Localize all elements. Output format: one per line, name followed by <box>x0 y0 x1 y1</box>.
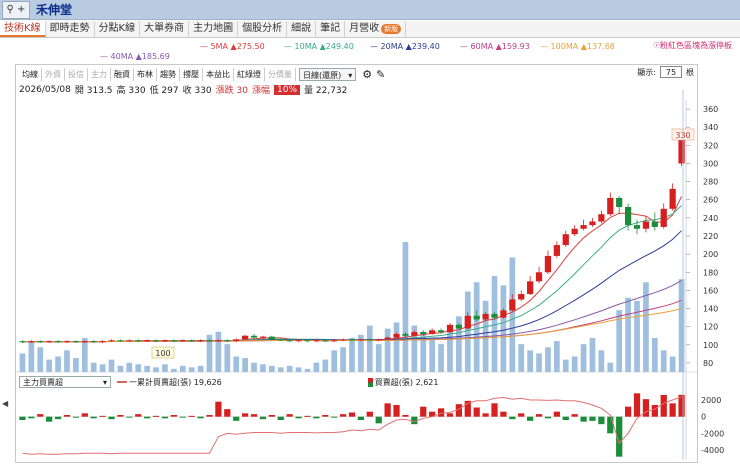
tab-2[interactable]: 分點K線 <box>95 21 141 37</box>
ma5-legend: — 5MA ▲275.50 <box>200 42 265 51</box>
price-tick-label: 220 <box>703 232 718 241</box>
toolbar-item-4[interactable]: 融資 <box>111 67 134 81</box>
settings-gear-icon[interactable]: ⚙ <box>362 68 372 81</box>
tab-5[interactable]: 個股分析 <box>238 21 288 37</box>
info-pct-badge: 10% <box>274 84 301 95</box>
tab-0[interactable]: 技術K線 <box>0 21 46 37</box>
ma40-legend: — 40MA ▲185.69 <box>100 52 170 61</box>
ma100-legend: — 100MA ▲137.68 <box>540 42 615 51</box>
ma60-legend: — 60MA ▲159.93 <box>460 42 530 51</box>
display-label: 顯示: <box>637 67 656 77</box>
tab-8[interactable]: 月營收 新版 <box>345 21 407 37</box>
info-pct-label: 漲幅 <box>251 86 270 96</box>
ma-legend-row-1: — 5MA ▲275.50 <box>200 42 265 51</box>
info-change: 漲跌 30 <box>215 86 248 96</box>
price-tick-label: 280 <box>703 178 718 187</box>
tab-3[interactable]: 大單券商 <box>140 21 190 37</box>
price-tick-label: 100 <box>703 341 718 350</box>
display-count: 顯示: 75 根 <box>637 66 694 78</box>
info-close: 收 330 <box>182 86 212 96</box>
price-tick-label: 160 <box>703 286 718 295</box>
limit-up-note: ☉粉紅色區塊為漲停板 <box>652 41 732 50</box>
tab-1[interactable]: 即時走勢 <box>46 21 95 37</box>
price-tick-label: 320 <box>703 141 718 150</box>
ohlc-info: 2026/05/08 開 313.5 高 330 低 297 收 330 漲跌 … <box>19 83 347 96</box>
price-tick-label: 180 <box>703 268 718 277</box>
ma20-legend: — 20MA ▲239.40 <box>370 42 440 51</box>
new-badge: 新版 <box>381 24 402 34</box>
period-select[interactable]: 日線(還原) <box>299 67 357 82</box>
sub-tick-label: 0 <box>701 413 706 422</box>
toolbar-item-0[interactable]: 均線 <box>19 67 42 81</box>
toolbar-item-1[interactable]: 外資 <box>42 67 65 81</box>
sub-tick-label: 2000 <box>701 396 721 405</box>
price-tick-label: 240 <box>703 214 718 223</box>
display-count-input[interactable]: 75 <box>660 66 682 78</box>
sub-tick-label: -4000 <box>701 446 724 455</box>
price-tick-label: 200 <box>703 250 718 259</box>
search-zoom-button[interactable]: ⚲ + <box>2 0 30 19</box>
tab-6[interactable]: 細說 <box>287 21 317 37</box>
toolbar-item-2[interactable]: 投信 <box>65 67 88 81</box>
chart-frame <box>15 64 698 463</box>
info-low: 低 297 <box>149 86 179 96</box>
tab-7[interactable]: 筆記 <box>316 21 346 37</box>
stock-title: 禾伸堂 <box>36 3 73 17</box>
sub-panel-header: 主力買賣超 一累計買賣超(張) 19,626 買賣超(張) 2,621 <box>19 376 438 388</box>
tab-4[interactable]: 主力地圖 <box>189 21 239 37</box>
price-tick-label: 120 <box>703 323 718 332</box>
ma10-legend: — 10MA ▲249.40 <box>284 42 354 51</box>
price-tick-label: 260 <box>703 196 718 205</box>
price-tick-label: 140 <box>703 305 718 314</box>
toolbar-item-9[interactable]: 紅綠燈 <box>234 67 265 81</box>
indicator-toolbar: 均線外資投信主力融資布林趨勢撐壓本益比紅綠燈分價量日線(還原) ⚙ ✎ <box>19 67 385 82</box>
cumulative-legend: 一累計買賣超(張) 19,626 <box>117 377 222 388</box>
tab-bar: 技術K線 即時走勢 分點K線 大單券商 主力地圖 個股分析 細說 筆記 月營收 新版 <box>0 21 740 38</box>
sub-indicator-select[interactable]: 主力買賣超 <box>19 376 111 388</box>
toolbar-item-10[interactable]: 分價量 <box>265 67 296 81</box>
toolbar-item-5[interactable]: 布林 <box>134 67 157 81</box>
display-unit: 根 <box>686 67 694 77</box>
toolbar-item-3[interactable]: 主力 <box>88 67 111 81</box>
info-open: 開 313.5 <box>74 86 113 96</box>
price-tick-label: 80 <box>703 359 713 368</box>
collapse-left-icon[interactable]: ◀ <box>2 399 8 408</box>
daily-legend: 買賣超(張) 2,621 <box>367 377 438 388</box>
toolbar-item-7[interactable]: 撐壓 <box>180 67 203 81</box>
price-tick-label: 360 <box>703 105 718 114</box>
info-date: 2026/05/08 <box>19 84 71 95</box>
info-high: 高 330 <box>116 86 146 96</box>
sub-tick-label: -2000 <box>701 429 724 438</box>
title-bar: ⚲ + 禾伸堂 <box>0 0 740 20</box>
price-tick-label: 300 <box>703 159 718 168</box>
price-tick-label: 340 <box>703 123 718 132</box>
info-volume: 量 22,732 <box>304 86 348 96</box>
draw-pen-icon[interactable]: ✎ <box>376 68 385 81</box>
toolbar-item-8[interactable]: 本益比 <box>203 67 234 81</box>
toolbar-item-6[interactable]: 趨勢 <box>157 67 180 81</box>
